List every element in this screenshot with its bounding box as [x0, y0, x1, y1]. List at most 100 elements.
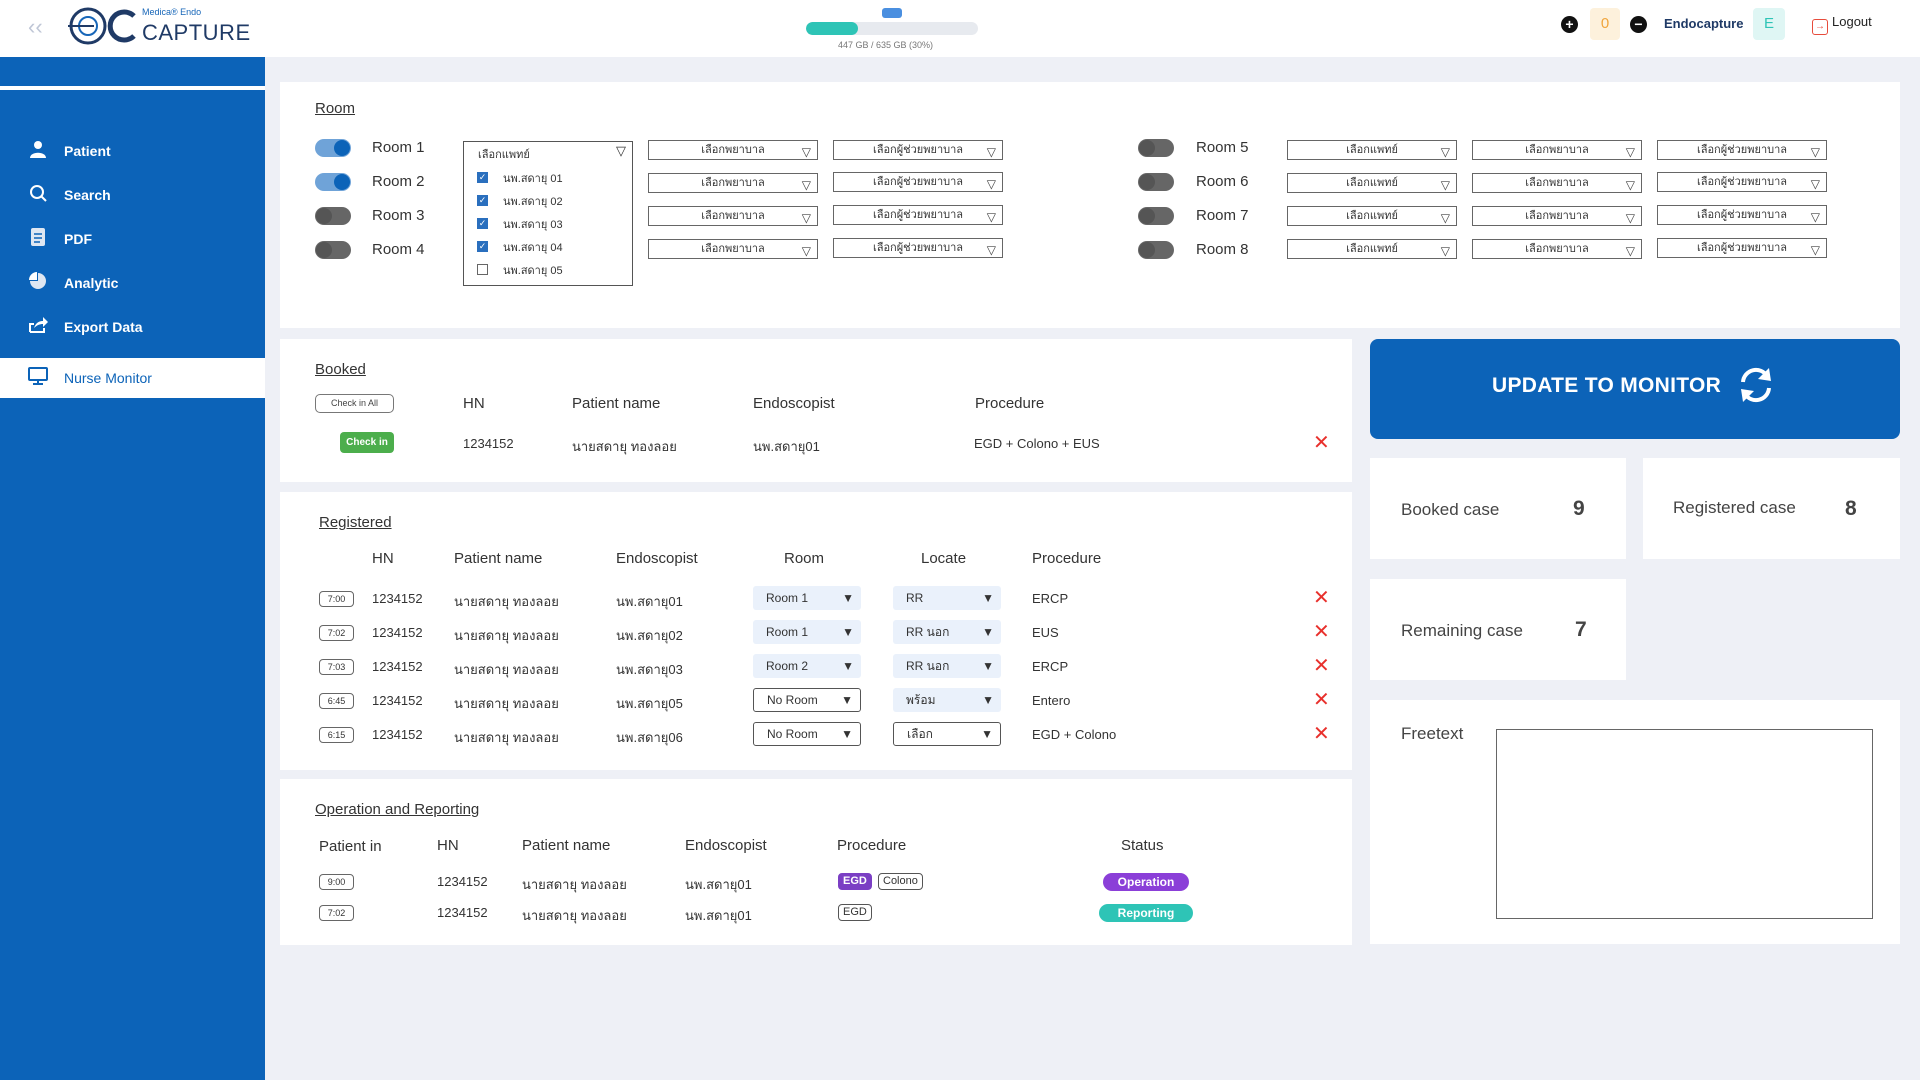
checkbox[interactable]: ✓	[477, 241, 488, 252]
sidebar-item-patient[interactable]: Patient	[0, 131, 265, 171]
sidebar-item-export-data[interactable]: Export Data	[0, 307, 265, 347]
sidebar-item-analytic[interactable]: Analytic	[0, 263, 265, 303]
room-8-doctor-select[interactable]: เลือกแพทย์ ▽	[1287, 239, 1457, 259]
operation-header-endoscopist: Endoscopist	[685, 837, 767, 854]
collapse-sidebar-icon[interactable]: ‹‹	[28, 14, 43, 40]
room-7-nurse-select[interactable]: เลือกพยาบาล ▽	[1472, 206, 1642, 226]
room-1-assistant-select[interactable]: เลือกผู้ช่วยพยาบาล ▽	[833, 140, 1003, 160]
room-8-label: Room 8	[1196, 241, 1249, 258]
operation-header-procedure: Procedure	[837, 837, 907, 854]
delete-booked-icon[interactable]: ✕	[1313, 433, 1330, 453]
room-6-nurse-select[interactable]: เลือกพยาบาล ▽	[1472, 173, 1642, 193]
room-7-toggle[interactable]	[1138, 207, 1174, 225]
doctor-dropdown-header[interactable]: เลือกแพทย์ ▽	[464, 142, 632, 166]
checkbox[interactable]: ✓	[477, 195, 488, 206]
delete-registered-icon[interactable]: ✕	[1313, 622, 1330, 642]
sidebar-item-pdf[interactable]: PDF	[0, 219, 265, 259]
check-in-all-button[interactable]: Check in All	[315, 394, 394, 413]
avatar[interactable]: E	[1753, 8, 1785, 40]
room-select[interactable]: Room 1 ▼	[753, 586, 861, 610]
registered-endoscopist: นพ.สดายุ03	[616, 662, 683, 677]
locate-select[interactable]: RR ▼	[893, 586, 1001, 610]
room-5-assistant-select[interactable]: เลือกผู้ช่วยพยาบาล ▽	[1657, 140, 1827, 160]
checkbox[interactable]	[477, 264, 488, 275]
room-select[interactable]: Room 2 ▼	[753, 654, 861, 678]
locate-select[interactable]: RR นอก ▼	[893, 620, 1001, 644]
delete-registered-icon[interactable]: ✕	[1313, 690, 1330, 710]
freetext-input[interactable]	[1496, 729, 1873, 919]
registered-patient-name: นายสดายุ ทองลอย	[454, 730, 559, 745]
room-8-assistant-select[interactable]: เลือกผู้ช่วยพยาบาล ▽	[1657, 238, 1827, 258]
room-3-assistant-select[interactable]: เลือกผู้ช่วยพยาบาล ▽	[833, 205, 1003, 225]
room-select[interactable]: Room 1 ▼	[753, 620, 861, 644]
room-6-toggle[interactable]	[1138, 173, 1174, 191]
room-8-toggle[interactable]	[1138, 241, 1174, 259]
room-2-assistant-select[interactable]: เลือกผู้ช่วยพยาบาล ▽	[833, 172, 1003, 192]
room-select[interactable]: No Room ▼	[753, 688, 861, 712]
registered-procedure: EUS	[1032, 625, 1059, 640]
registered-time-tag: 6:15	[319, 727, 354, 743]
update-to-monitor-button[interactable]: UPDATE TO MONITOR	[1370, 339, 1900, 439]
room-2-nurse-select[interactable]: เลือกพยาบาล ▽	[648, 173, 818, 193]
monitor-icon	[26, 366, 50, 390]
delete-registered-icon[interactable]: ✕	[1313, 656, 1330, 676]
room-5-nurse-select[interactable]: เลือกพยาบาล ▽	[1472, 140, 1642, 160]
room-3-toggle[interactable]	[315, 207, 351, 225]
booked-case-label: Booked case	[1401, 500, 1500, 519]
locate-select[interactable]: เลือก ▼	[893, 722, 1001, 746]
registered-endoscopist: นพ.สดายุ02	[616, 628, 683, 643]
operation-header-patient-in: Patient in	[319, 838, 382, 855]
room-7-doctor-select[interactable]: เลือกแพทย์ ▽	[1287, 206, 1457, 226]
doctor-option[interactable]: ✓ นพ.สดายุ 03	[464, 212, 632, 235]
check-in-button[interactable]: Check in	[340, 432, 394, 453]
registered-case-card: Registered case 8	[1643, 458, 1900, 559]
registered-time-tag: 6:45	[319, 693, 354, 709]
registered-header-procedure: Procedure	[1032, 550, 1102, 567]
locate-select[interactable]: RR นอก ▼	[893, 654, 1001, 678]
checkbox[interactable]: ✓	[477, 172, 488, 183]
doctor-option[interactable]: ✓ นพ.สดายุ 01	[464, 166, 632, 189]
room-4-nurse-select[interactable]: เลือกพยาบาล ▽	[648, 239, 818, 259]
room-6-assistant-select[interactable]: เลือกผู้ช่วยพยาบาล ▽	[1657, 172, 1827, 192]
room-2-toggle[interactable]	[315, 173, 351, 191]
delete-registered-icon[interactable]: ✕	[1313, 588, 1330, 608]
sidebar-item-search[interactable]: Search	[0, 175, 265, 215]
update-to-monitor-label: UPDATE TO MONITOR	[1492, 374, 1722, 397]
logout-icon: →	[1812, 19, 1828, 35]
room-7-assistant-select[interactable]: เลือกผู้ช่วยพยาบาล ▽	[1657, 205, 1827, 225]
logout-button[interactable]: → Logout	[1812, 14, 1872, 35]
doctor-option[interactable]: ✓ นพ.สดายุ 02	[464, 189, 632, 212]
doctor-option[interactable]: นพ.สดายุ 05	[464, 258, 632, 281]
room-4-toggle[interactable]	[315, 241, 351, 259]
room-1-nurse-select[interactable]: เลือกพยาบาล ▽	[648, 140, 818, 160]
booked-patient-name: นายสดายุ ทองลอย	[572, 439, 677, 454]
delete-registered-icon[interactable]: ✕	[1313, 724, 1330, 744]
room-3-nurse-select[interactable]: เลือกพยาบาล ▽	[648, 206, 818, 226]
plus-icon[interactable]: +	[1561, 16, 1578, 33]
registered-patient-name: นายสดายุ ทองลอย	[454, 696, 559, 711]
logo-small-text: Medica® Endo	[142, 7, 202, 17]
room-8-nurse-select[interactable]: เลือกพยาบาล ▽	[1472, 239, 1642, 259]
locate-select[interactable]: พร้อม ▼	[893, 688, 1001, 712]
sidebar-item-nurse-monitor[interactable]: Nurse Monitor	[0, 358, 265, 398]
operation-patient-name: นายสดายุ ทองลอย	[522, 877, 627, 892]
doctor-option[interactable]: ✓ นพ.สดายุ 04	[464, 235, 632, 258]
status-badge: Reporting	[1099, 904, 1193, 922]
room-5-doctor-select[interactable]: เลือกแพทย์ ▽	[1287, 140, 1457, 160]
room-5-toggle[interactable]	[1138, 139, 1174, 157]
operation-section-title: Operation and Reporting	[315, 801, 480, 818]
registered-hn: 1234152	[372, 693, 423, 708]
sidebar-divider	[0, 86, 265, 90]
sidebar-item-label: PDF	[64, 231, 92, 247]
registered-time-tag: 7:00	[319, 591, 354, 607]
doctor-dropdown-open[interactable]: เลือกแพทย์ ▽ ✓ นพ.สดายุ 01 ✓ นพ.สดายุ 02 ✓ น…	[463, 141, 633, 286]
room-4-assistant-select[interactable]: เลือกผู้ช่วยพยาบาล ▽	[833, 238, 1003, 258]
storage-fill	[806, 22, 858, 35]
remaining-case-card: Remaining case 7	[1370, 579, 1626, 680]
storage-text: 447 GB / 635 GB (30%)	[838, 40, 934, 50]
room-select[interactable]: No Room ▼	[753, 722, 861, 746]
room-6-doctor-select[interactable]: เลือกแพทย์ ▽	[1287, 173, 1457, 193]
room-1-toggle[interactable]	[315, 139, 351, 157]
checkbox[interactable]: ✓	[477, 218, 488, 229]
minus-icon[interactable]: −	[1630, 16, 1647, 33]
